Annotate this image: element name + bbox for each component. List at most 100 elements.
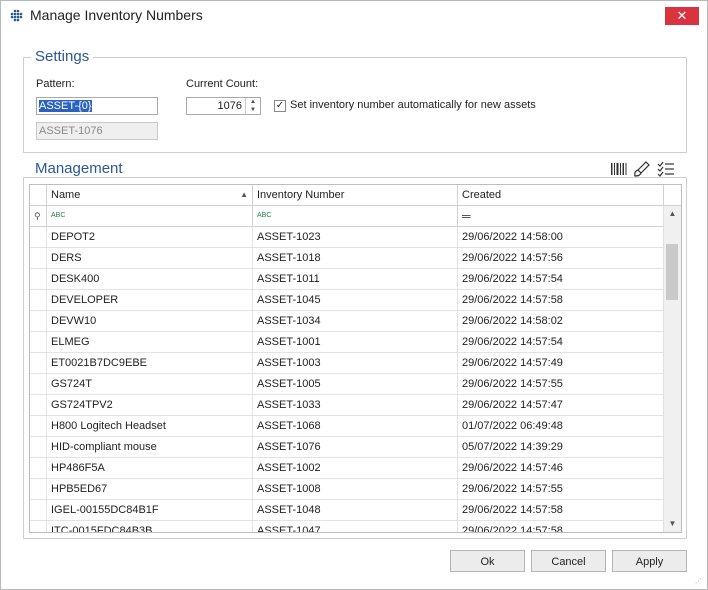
- cell-created: 29/06/2022 14:57:54: [458, 269, 664, 290]
- table-row[interactable]: DESK400 ASSET-1011 29/06/2022 14:57:54: [30, 269, 664, 290]
- row-indicator[interactable]: [30, 437, 47, 458]
- row-indicator[interactable]: [30, 374, 47, 395]
- cell-created: 29/06/2022 14:57:56: [458, 248, 664, 269]
- row-indicator[interactable]: [30, 311, 47, 332]
- filter-inventory-icon[interactable]: ABC: [253, 206, 458, 226]
- paintbrush-icon[interactable]: [633, 161, 651, 177]
- vertical-scrollbar[interactable]: ▲ ▼: [663, 206, 681, 532]
- table-row[interactable]: H800 Logitech Headset ASSET-1068 01/07/202…: [30, 416, 664, 437]
- cell-created: 29/06/2022 14:57:58: [458, 290, 664, 311]
- table-row[interactable]: ET0021B7DC9EBE ASSET-1003 29/06/2022 14:57…: [30, 353, 664, 374]
- cell-inventory-number: ASSET-1033: [253, 395, 458, 416]
- current-count-stepper[interactable]: 1076 ▲ ▼: [186, 97, 261, 115]
- scroll-down-icon[interactable]: ▼: [664, 516, 681, 532]
- inventory-grid: Name ▲ Inventory Number Created ⚲ ABC AB…: [29, 184, 682, 533]
- row-indicator[interactable]: [30, 269, 47, 290]
- cell-name: GS724T: [47, 374, 253, 395]
- pattern-preview: ASSET-1076: [36, 122, 158, 140]
- cell-name: ELMEG: [47, 332, 253, 353]
- spin-arrows-icon[interactable]: ▲ ▼: [245, 98, 260, 114]
- management-title: Management: [31, 160, 127, 177]
- row-indicator[interactable]: [30, 416, 47, 437]
- column-header-name[interactable]: Name ▲: [47, 185, 253, 205]
- scroll-thumb[interactable]: [666, 244, 678, 300]
- resize-grip-icon[interactable]: ⋰: [695, 577, 703, 585]
- table-row[interactable]: GS724T ASSET-1005 29/06/2022 14:57:55: [30, 374, 664, 395]
- filter-pin-icon: ⚲: [30, 206, 47, 226]
- row-indicator-header: [30, 185, 47, 205]
- table-row[interactable]: ELMEG ASSET-1001 29/06/2022 14:57:54: [30, 332, 664, 353]
- apply-button[interactable]: Apply: [612, 550, 687, 572]
- cell-inventory-number: ASSET-1034: [253, 311, 458, 332]
- row-indicator[interactable]: [30, 353, 47, 374]
- row-indicator[interactable]: [30, 332, 47, 353]
- app-grid-icon: [10, 9, 23, 22]
- pattern-input[interactable]: ASSET-{0}: [36, 97, 158, 115]
- row-indicator[interactable]: [30, 290, 47, 311]
- cell-created: 01/07/2022 06:49:48: [458, 416, 664, 437]
- cell-created: 29/06/2022 14:58:02: [458, 311, 664, 332]
- cell-inventory-number: ASSET-1011: [253, 269, 458, 290]
- cell-name: IGEL-00155DC84B1F: [47, 500, 253, 521]
- cell-name: HPB5ED67: [47, 479, 253, 500]
- current-count-label: Current Count:: [186, 78, 259, 90]
- cell-created: 29/06/2022 14:57:47: [458, 395, 664, 416]
- row-indicator[interactable]: [30, 227, 47, 248]
- cell-inventory-number: ASSET-1018: [253, 248, 458, 269]
- cell-inventory-number: ASSET-1076: [253, 437, 458, 458]
- filter-created-icon[interactable]: ═: [458, 206, 664, 226]
- barcode-icon[interactable]: [610, 161, 628, 177]
- column-header-inventory-number[interactable]: Inventory Number: [253, 185, 458, 205]
- table-row[interactable]: DEVW10 ASSET-1034 29/06/2022 14:58:02: [30, 311, 664, 332]
- ok-button[interactable]: Ok: [450, 550, 525, 572]
- cell-created: 05/07/2022 14:39:29: [458, 437, 664, 458]
- cell-name: H800 Logitech Headset: [47, 416, 253, 437]
- table-row[interactable]: IGEL-00155DC84B1F ASSET-1048 29/06/2022 14…: [30, 500, 664, 521]
- table-row[interactable]: DEVELOPER ASSET-1045 29/06/2022 14:57:58: [30, 290, 664, 311]
- auto-assign-label: Set inventory number automatically for n…: [290, 99, 536, 111]
- column-header-created[interactable]: Created: [458, 185, 664, 205]
- row-indicator[interactable]: [30, 479, 47, 500]
- close-button[interactable]: ✕: [665, 7, 699, 25]
- pattern-label: Pattern:: [36, 78, 75, 90]
- table-row[interactable]: ITC-0015FDC84B3B ASSET-1047 29/06/2022 14:…: [30, 521, 664, 532]
- auto-assign-checkbox[interactable]: ✓: [274, 100, 286, 112]
- table-row[interactable]: HP486F5A ASSET-1002 29/06/2022 14:57:46: [30, 458, 664, 479]
- cell-created: 29/06/2022 14:57:58: [458, 521, 664, 532]
- cell-created: 29/06/2022 14:57:55: [458, 374, 664, 395]
- cell-name: GS724TPV2: [47, 395, 253, 416]
- cell-inventory-number: ASSET-1047: [253, 521, 458, 532]
- cell-name: HID-compliant mouse: [47, 437, 253, 458]
- cell-inventory-number: ASSET-1003: [253, 353, 458, 374]
- cancel-button[interactable]: Cancel: [531, 550, 606, 572]
- scroll-up-icon[interactable]: ▲: [664, 206, 681, 222]
- cell-name: ET0021B7DC9EBE: [47, 353, 253, 374]
- cell-inventory-number: ASSET-1001: [253, 332, 458, 353]
- table-row[interactable]: DERS ASSET-1018 29/06/2022 14:57:56: [30, 248, 664, 269]
- close-icon: ✕: [676, 8, 688, 23]
- filter-name-icon[interactable]: ABC: [47, 206, 253, 226]
- checklist-icon[interactable]: [657, 161, 675, 177]
- row-indicator[interactable]: [30, 458, 47, 479]
- cell-created: 29/06/2022 14:57:46: [458, 458, 664, 479]
- table-row[interactable]: GS724TPV2 ASSET-1033 29/06/2022 14:57:47: [30, 395, 664, 416]
- table-row[interactable]: DEPOT2 ASSET-1023 29/06/2022 14:58:00: [30, 227, 664, 248]
- cell-inventory-number: ASSET-1068: [253, 416, 458, 437]
- row-indicator[interactable]: [30, 521, 47, 532]
- table-row[interactable]: HID-compliant mouse ASSET-1076 05/07/2022 …: [30, 437, 664, 458]
- cell-name: DERS: [47, 248, 253, 269]
- table-row[interactable]: HPB5ED67 ASSET-1008 29/06/2022 14:57:55: [30, 479, 664, 500]
- row-indicator[interactable]: [30, 395, 47, 416]
- cell-inventory-number: ASSET-1048: [253, 500, 458, 521]
- cell-name: DEVELOPER: [47, 290, 253, 311]
- cell-name: HP486F5A: [47, 458, 253, 479]
- filter-row: ⚲ ABC ABC ═: [30, 206, 681, 227]
- cell-created: 29/06/2022 14:57:54: [458, 332, 664, 353]
- cell-name: DEVW10: [47, 311, 253, 332]
- row-indicator[interactable]: [30, 248, 47, 269]
- cell-inventory-number: ASSET-1023: [253, 227, 458, 248]
- cell-inventory-number: ASSET-1045: [253, 290, 458, 311]
- sort-ascending-icon: ▲: [240, 190, 248, 199]
- window-title: Manage Inventory Numbers: [30, 7, 203, 23]
- row-indicator[interactable]: [30, 500, 47, 521]
